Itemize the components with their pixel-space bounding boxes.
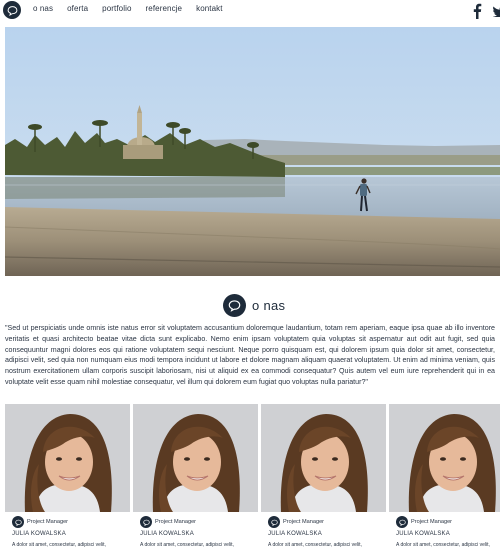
team-card[interactable]: Project Manager JULIA KOWALSKA A dolor s… (261, 404, 386, 550)
team-photo (133, 404, 258, 512)
menu-item-referencje[interactable]: referencje (146, 4, 183, 13)
menu-item-portfolio[interactable]: portfolio (102, 4, 131, 13)
twitter-icon (493, 6, 500, 17)
twitter-link[interactable] (493, 5, 500, 17)
chat-bubble-icon (396, 516, 408, 528)
section-header: o nas (223, 294, 285, 317)
logo[interactable] (3, 1, 21, 19)
chat-bubble-icon (12, 516, 24, 528)
team-card[interactable]: Project Manager JULIA KOWALSKA A dolor s… (133, 404, 258, 550)
role-row: Project Manager (268, 516, 324, 528)
facebook-icon (473, 3, 482, 19)
team-desc: A dolor sit amet, consectetur, adipisci … (396, 542, 490, 548)
team-name: JULIA KOWALSKA (12, 531, 66, 537)
team-photo (5, 404, 130, 512)
team-card[interactable]: Project Manager JULIA KOWALSKA A dolor s… (5, 404, 130, 550)
about-quote: "Sed ut perspiciatis unde omnis iste nat… (5, 324, 495, 386)
menu-item-kontakt[interactable]: kontakt (196, 4, 223, 13)
menu-item-oferta[interactable]: oferta (67, 4, 88, 13)
chat-bubble-icon (7, 5, 17, 16)
team-role: Project Manager (411, 519, 453, 525)
team-desc: A dolor sit amet, consectetur, adipisci … (12, 542, 106, 548)
team-list: Project Manager JULIA KOWALSKA A dolor s… (5, 404, 500, 550)
team-role: Project Manager (27, 519, 69, 525)
menu-item-o-nas[interactable]: o nas (33, 4, 53, 13)
team-desc: A dolor sit amet, consectetur, adipisci … (268, 542, 362, 548)
role-row: Project Manager (396, 516, 452, 528)
team-card[interactable]: Project Manager JULIA KOWALSKA A dolor s… (389, 404, 500, 550)
main-menu: o nas oferta portfolio referencje kontak… (33, 4, 237, 13)
team-desc: A dolor sit amet, consectetur, adipisci … (140, 542, 234, 548)
team-name: JULIA KOWALSKA (268, 531, 322, 537)
team-photo (261, 404, 386, 512)
chat-bubble-icon (268, 516, 280, 528)
team-role: Project Manager (155, 519, 197, 525)
role-row: Project Manager (12, 516, 68, 528)
team-photo (389, 404, 500, 512)
team-name: JULIA KOWALSKA (396, 531, 450, 537)
top-navigation: o nas oferta portfolio referencje kontak… (0, 0, 500, 24)
chat-bubble-icon (223, 294, 246, 317)
chat-bubble-icon (140, 516, 152, 528)
team-name: JULIA KOWALSKA (140, 531, 194, 537)
section-title: o nas (252, 298, 286, 313)
team-role: Project Manager (283, 519, 325, 525)
hero-image (5, 27, 500, 276)
role-row: Project Manager (140, 516, 196, 528)
facebook-link[interactable] (471, 3, 483, 19)
